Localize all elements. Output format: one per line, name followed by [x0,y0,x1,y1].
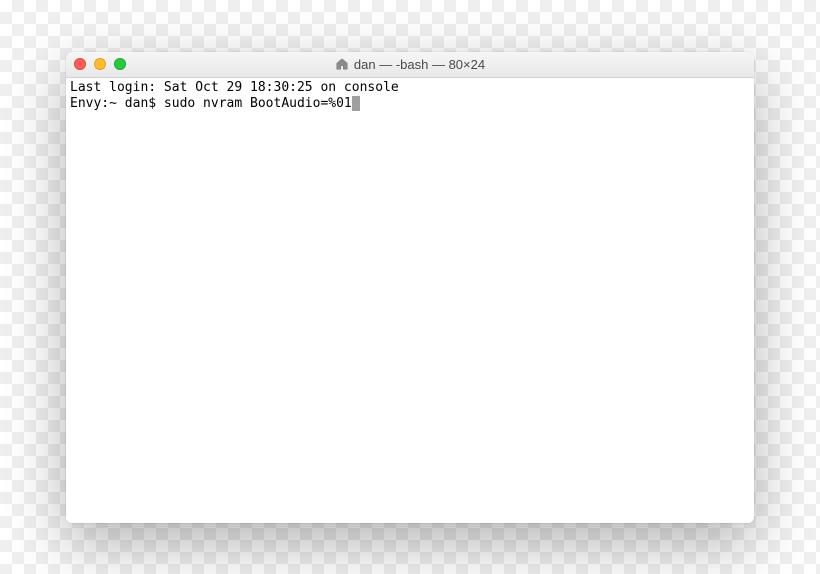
close-button[interactable] [74,58,86,70]
cursor [352,96,360,111]
window-title: dan — -bash — 80×24 [354,57,485,72]
last-login-line: Last login: Sat Oct 29 18:30:25 on conso… [70,80,750,96]
prompt-line: Envy:~ dan$ sudo nvram BootAudio=%01 [70,96,750,112]
command-text: sudo nvram BootAudio=%01 [164,96,352,111]
shell-prompt: Envy:~ dan$ [70,96,164,111]
titlebar[interactable]: dan — -bash — 80×24 [66,52,754,78]
terminal-body[interactable]: Last login: Sat Oct 29 18:30:25 on conso… [66,78,754,523]
maximize-button[interactable] [114,58,126,70]
home-icon [335,57,349,71]
window-title-area: dan — -bash — 80×24 [66,57,754,72]
traffic-lights [74,58,126,70]
terminal-window: dan — -bash — 80×24 Last login: Sat Oct … [66,52,754,523]
minimize-button[interactable] [94,58,106,70]
